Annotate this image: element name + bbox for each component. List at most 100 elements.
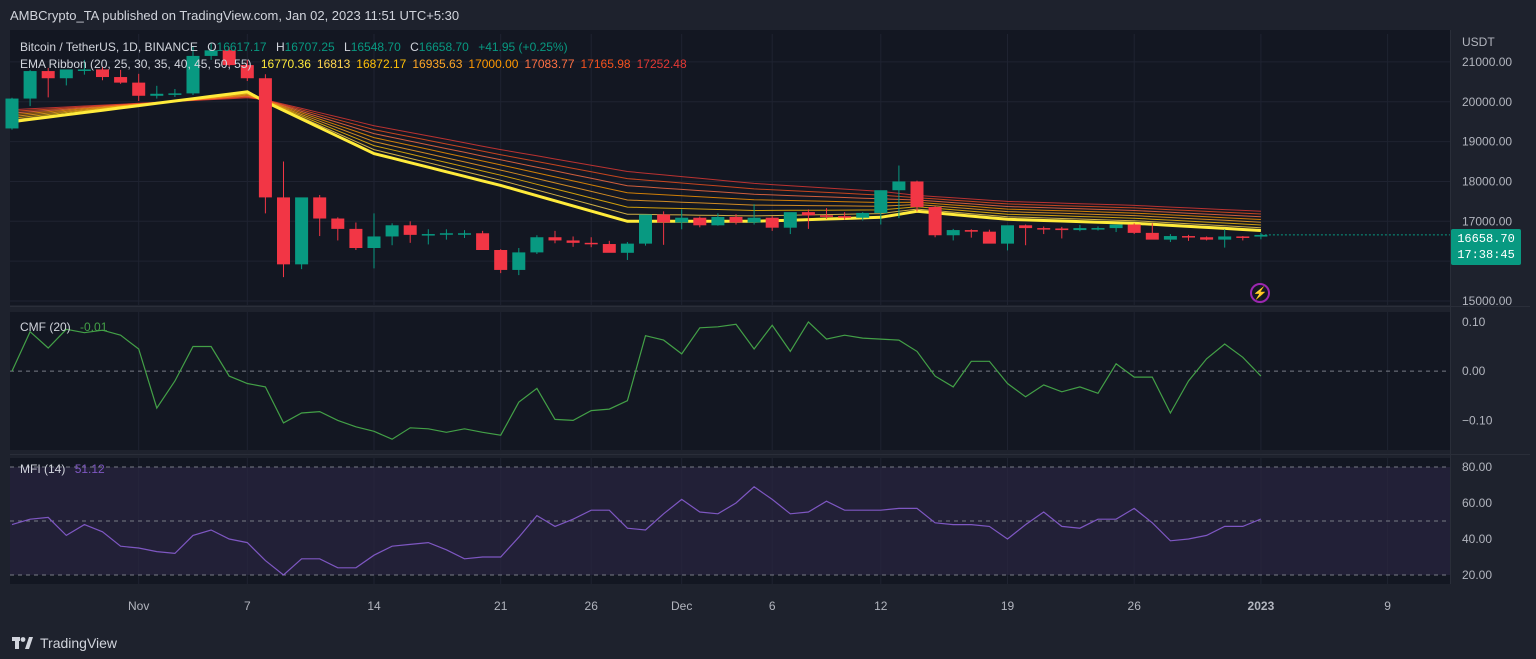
ema-value-4: 17000.00 — [468, 57, 519, 71]
candle-body — [874, 190, 888, 213]
tradingview-logo-icon — [12, 637, 33, 649]
tradingview-brand[interactable]: TradingView — [12, 635, 117, 651]
candle-body — [349, 228, 363, 249]
candle-body — [1019, 225, 1033, 229]
time-axis-label: 7 — [244, 599, 251, 613]
candle-body — [711, 216, 725, 226]
cmf-axis-tick: 0.00 — [1462, 364, 1486, 378]
candle-body — [1127, 224, 1141, 233]
candle-body — [41, 71, 55, 79]
candle-body — [1218, 236, 1232, 240]
candle-body — [385, 225, 399, 237]
candle-body — [1109, 224, 1123, 229]
footer-bar: TradingView — [0, 630, 1536, 659]
candle-body — [331, 218, 345, 229]
candle-body — [982, 231, 996, 244]
candle-body — [1145, 232, 1159, 240]
ema-value-1: 16813 — [316, 57, 351, 71]
candle-body — [620, 243, 634, 253]
cmf-title: CMF (20) — [20, 320, 71, 334]
chart-canvas[interactable]: USDT 21000.00 20000.00 19000.00 18000.00 1700… — [0, 30, 1536, 630]
cmf-legend: CMF (20) -0.01 — [20, 320, 113, 334]
candle-body — [23, 71, 37, 99]
candle-body — [512, 252, 526, 270]
price-axis-tick: 21000.00 — [1462, 55, 1512, 69]
ema-value-5: 17083.77 — [524, 57, 575, 71]
last-price-badge: 16658.70 17:38:45 — [1451, 229, 1521, 265]
cmf-pane-bg — [10, 312, 1450, 450]
candle-body — [946, 230, 960, 236]
candle-body — [1182, 236, 1195, 238]
candle-body — [657, 214, 671, 223]
cmf-axis-tick: −0.10 — [1462, 413, 1493, 427]
legend-change: +41.95 (+0.25%) — [478, 40, 568, 54]
cmf-value: -0.01 — [80, 320, 108, 334]
time-axis-label: 21 — [494, 599, 508, 613]
candle-body — [1055, 228, 1069, 231]
candle-body — [530, 237, 544, 253]
candle-body — [820, 215, 833, 217]
price-axis-currency: USDT — [1462, 35, 1495, 49]
header-bar: AMBCrypto_TA published on TradingView.co… — [0, 0, 1536, 30]
candle-body — [783, 212, 797, 228]
axis-divider — [1450, 30, 1451, 584]
time-axis-label: 12 — [874, 599, 888, 613]
time-axis-label: 6 — [769, 599, 776, 613]
candle-body — [494, 250, 508, 270]
candle-body — [856, 212, 870, 218]
mfi-axis-tick: 40.00 — [1462, 532, 1492, 546]
candle-body — [548, 237, 562, 241]
legend-close: C16658.70 — [410, 40, 469, 54]
ema-value-7: 17252.48 — [636, 57, 687, 71]
symbol-legend: Bitcoin / TetherUS, 1D, BINANCE O16617.1… — [20, 40, 574, 54]
candle-body — [1073, 228, 1087, 231]
price-axis-tick: 15000.00 — [1462, 294, 1512, 308]
candle-body — [168, 93, 182, 95]
candle-body — [1200, 237, 1214, 240]
ema-value-0: 16770.36 — [260, 57, 311, 71]
price-axis-tick: 19000.00 — [1462, 135, 1512, 149]
candle-body — [150, 93, 164, 96]
price-axis-tick: 17000.00 — [1462, 214, 1512, 228]
candle-body — [892, 181, 906, 191]
mfi-value: 51.12 — [74, 462, 105, 476]
candle-body — [439, 233, 453, 235]
time-axis-label: 19 — [1001, 599, 1015, 613]
candle-body — [964, 230, 978, 232]
mfi-legend: MFI (14) 51.12 — [20, 462, 111, 476]
ema-value-6: 17165.98 — [580, 57, 631, 71]
ema-legend: EMA Ribbon (20, 25, 30, 35, 40, 45, 50, … — [20, 57, 699, 71]
candle-body — [476, 233, 490, 251]
candle-body — [602, 244, 616, 253]
chart-area[interactable]: USDT 21000.00 20000.00 19000.00 18000.00 1700… — [0, 30, 1536, 630]
candle-body — [910, 181, 924, 207]
candle-body — [114, 77, 128, 83]
cmf-axis-tick: 0.10 — [1462, 315, 1486, 329]
symbol-title: Bitcoin / TetherUS, 1D, BINANCE — [20, 40, 198, 54]
candle-body — [566, 240, 580, 243]
price-axis-tick: 20000.00 — [1462, 95, 1512, 109]
candle-body — [801, 212, 815, 216]
candle-body — [639, 214, 652, 244]
legend-high: H16707.25 — [275, 40, 335, 54]
candle-body — [675, 217, 689, 223]
ema-value-3: 16935.63 — [412, 57, 463, 71]
ema-values: 16770.36 16813 16872.17 16935.63 17000.00 170… — [261, 57, 693, 71]
candle-body — [403, 225, 417, 235]
candle-body — [693, 217, 707, 226]
candle-body — [5, 98, 19, 129]
mfi-axis-tick: 60.00 — [1462, 496, 1492, 510]
time-axis-label: 14 — [367, 599, 381, 613]
ema-title: EMA Ribbon (20, 25, 30, 35, 40, 45, 50, … — [20, 57, 252, 71]
legend-open: O16617.17 — [207, 40, 267, 54]
legend-low: L16548.70 — [344, 40, 401, 54]
candle-body — [1163, 236, 1177, 240]
candle-body — [313, 197, 327, 219]
flash-icon[interactable]: ⚡ — [1250, 283, 1270, 303]
bar-countdown: 17:38:45 — [1457, 248, 1515, 262]
brand-label: TradingView — [40, 635, 118, 651]
candle-body — [928, 206, 942, 236]
candle-body — [584, 242, 598, 245]
candle-body — [729, 216, 743, 223]
mfi-axis-tick: 20.00 — [1462, 568, 1492, 582]
